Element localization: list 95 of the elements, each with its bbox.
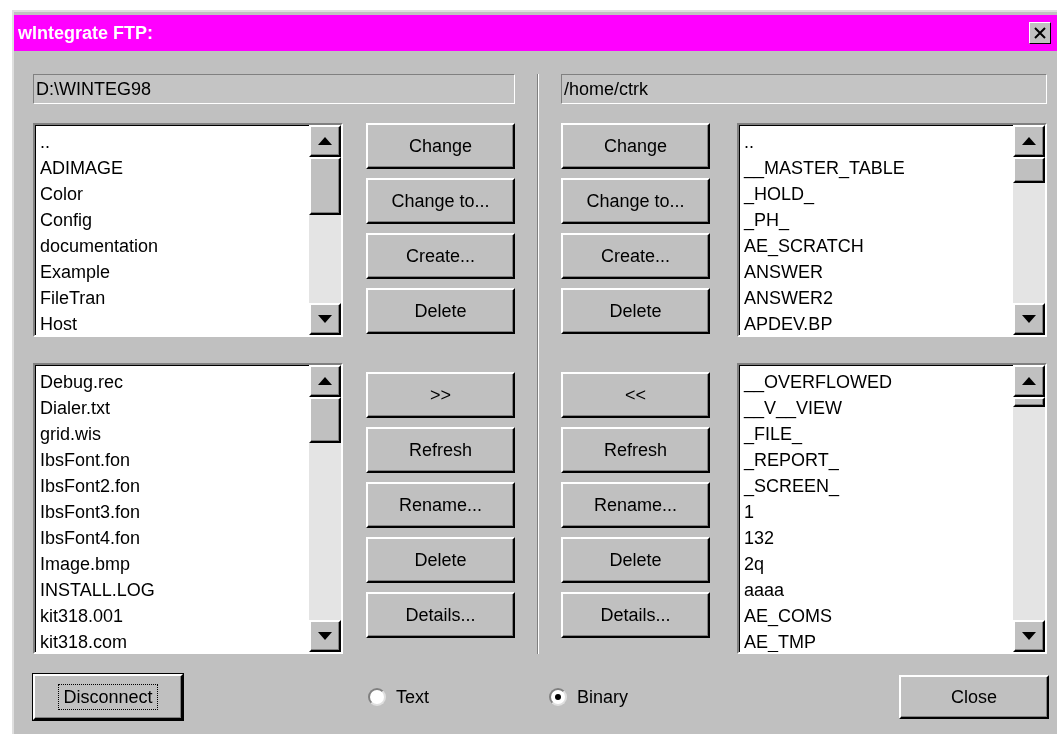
list-item[interactable]: APDEV.BP [744,311,833,335]
button[interactable]: Rename... [366,482,515,528]
list-item[interactable]: _REPORT_ [744,447,839,473]
list-item[interactable]: Dialer.txt [40,395,111,421]
radio-button[interactable]: Text [368,683,429,711]
scroll-down-button[interactable] [1013,620,1045,652]
button[interactable]: >> [366,372,515,418]
list-item[interactable]: 1 [744,499,754,525]
button[interactable]: Change to... [561,178,710,224]
scroll-up-button[interactable] [309,125,341,157]
scrollbar[interactable] [309,365,341,652]
list-item[interactable]: _PH_ [744,207,790,233]
triangle-down-icon [1022,315,1036,323]
triangle-up-icon [318,377,332,385]
button[interactable]: Rename... [561,482,710,528]
list-item[interactable]: __MASTER_TABLE [744,155,905,181]
list-item[interactable]: AE_TMP [744,629,817,652]
button[interactable]: Refresh [561,427,710,473]
list-box[interactable]: .. __MASTER_TABLE _HOLD_ _PH_ AE_SCRATCH ANSWER ANSWER2 APDEV.BP [737,123,1047,337]
scroll-thumb[interactable] [309,397,341,443]
list-item[interactable]: Config [40,207,93,233]
scroll-thumb[interactable] [309,157,341,215]
radio-label: Binary [577,685,629,709]
triangle-down-icon [318,632,332,640]
list-item[interactable]: Example [40,259,111,285]
list-item[interactable]: IbsFont4.fon [40,525,141,551]
list-box[interactable]: .. ADIMAGE Color Config documentation Example FileTran Host [33,123,343,337]
button[interactable]: Delete [561,537,710,583]
radio-label: Text [396,685,429,709]
list-item[interactable]: INSTALL.LOG [40,577,155,603]
list-item[interactable]: _FILE_ [744,421,803,447]
button[interactable]: Disconnect [33,674,183,720]
button[interactable]: Delete [561,288,710,334]
scroll-up-button[interactable] [1013,125,1045,157]
scroll-down-button[interactable] [309,303,341,335]
triangle-down-icon [318,315,332,323]
list-item[interactable]: Color [40,181,83,207]
triangle-up-icon [1022,137,1036,145]
triangle-up-icon [1022,377,1036,385]
list-item[interactable]: AE_SCRATCH [744,233,864,259]
list-item[interactable]: 2q [744,551,765,577]
list-item[interactable]: ANSWER [744,259,823,285]
button[interactable]: Create... [561,233,710,279]
close-icon [1034,27,1046,39]
list-item[interactable]: ANSWER2 [744,285,833,311]
scrollbar[interactable] [1013,365,1045,652]
window-title: wIntegrate FTP: [18,21,153,45]
button[interactable]: Refresh [366,427,515,473]
list-item[interactable]: AE_COMS [744,603,833,629]
button[interactable]: Change to... [366,178,515,224]
scrollbar[interactable] [309,125,341,335]
list-item[interactable]: kit318.001 [40,603,124,629]
close-button[interactable] [1029,22,1051,44]
list-item[interactable]: 132 [744,525,775,551]
button[interactable]: << [561,372,710,418]
list-box[interactable]: Debug.rec Dialer.txt grid.wis IbsFont.fon IbsFont2.fon IbsFont3.fon IbsFont4.fon Image.bmp INSTALL.LOG kit318.001 kit318.com [33,363,343,654]
list-item[interactable]: aaaa [744,577,785,603]
button[interactable]: Details... [561,592,710,638]
button[interactable]: Close [899,675,1049,719]
list-item[interactable]: _HOLD_ [744,181,815,207]
scroll-thumb[interactable] [1013,397,1045,407]
button[interactable]: Delete [366,288,515,334]
scroll-down-button[interactable] [309,620,341,652]
list-item[interactable]: kit318.com [40,629,128,652]
scroll-down-button[interactable] [1013,303,1045,335]
button[interactable]: Change [561,123,710,169]
scroll-up-button[interactable] [309,365,341,397]
list-item[interactable]: ADIMAGE [40,155,123,181]
list-item[interactable]: FileTran [40,285,106,311]
path-field: D:\WINTEG98 [33,74,515,104]
list-box[interactable]: __OVERFLOWED __V__VIEW _FILE_ _REPORT_ _SCREEN_ 1 132 2q aaaa AE_COMS AE_TMP [737,363,1047,654]
list-item[interactable]: .. [40,129,50,155]
list-item[interactable]: Host [40,311,77,335]
radio-button[interactable]: Binary [549,683,629,711]
list-item[interactable]: IbsFont2.fon [40,473,141,499]
list-item[interactable]: IbsFont.fon [40,447,131,473]
scroll-thumb[interactable] [1013,157,1045,183]
button[interactable]: Change [366,123,515,169]
button[interactable]: Create... [366,233,515,279]
list-item[interactable]: IbsFont3.fon [40,499,141,525]
list-item[interactable]: Image.bmp [40,551,131,577]
list-item[interactable]: .. [744,129,754,155]
scroll-up-button[interactable] [1013,365,1045,397]
button[interactable]: Details... [366,592,515,638]
triangle-up-icon [318,137,332,145]
list-item[interactable]: __V__VIEW [744,395,843,421]
path-field: /home/ctrk [561,74,1047,104]
list-item[interactable]: _SCREEN_ [744,473,840,499]
scrollbar[interactable] [1013,125,1045,335]
button[interactable]: Delete [366,537,515,583]
list-item[interactable]: grid.wis [40,421,101,447]
triangle-down-icon [1022,632,1036,640]
list-item[interactable]: __OVERFLOWED [744,369,893,395]
list-item[interactable]: documentation [40,233,159,259]
list-item[interactable]: Debug.rec [40,369,124,395]
